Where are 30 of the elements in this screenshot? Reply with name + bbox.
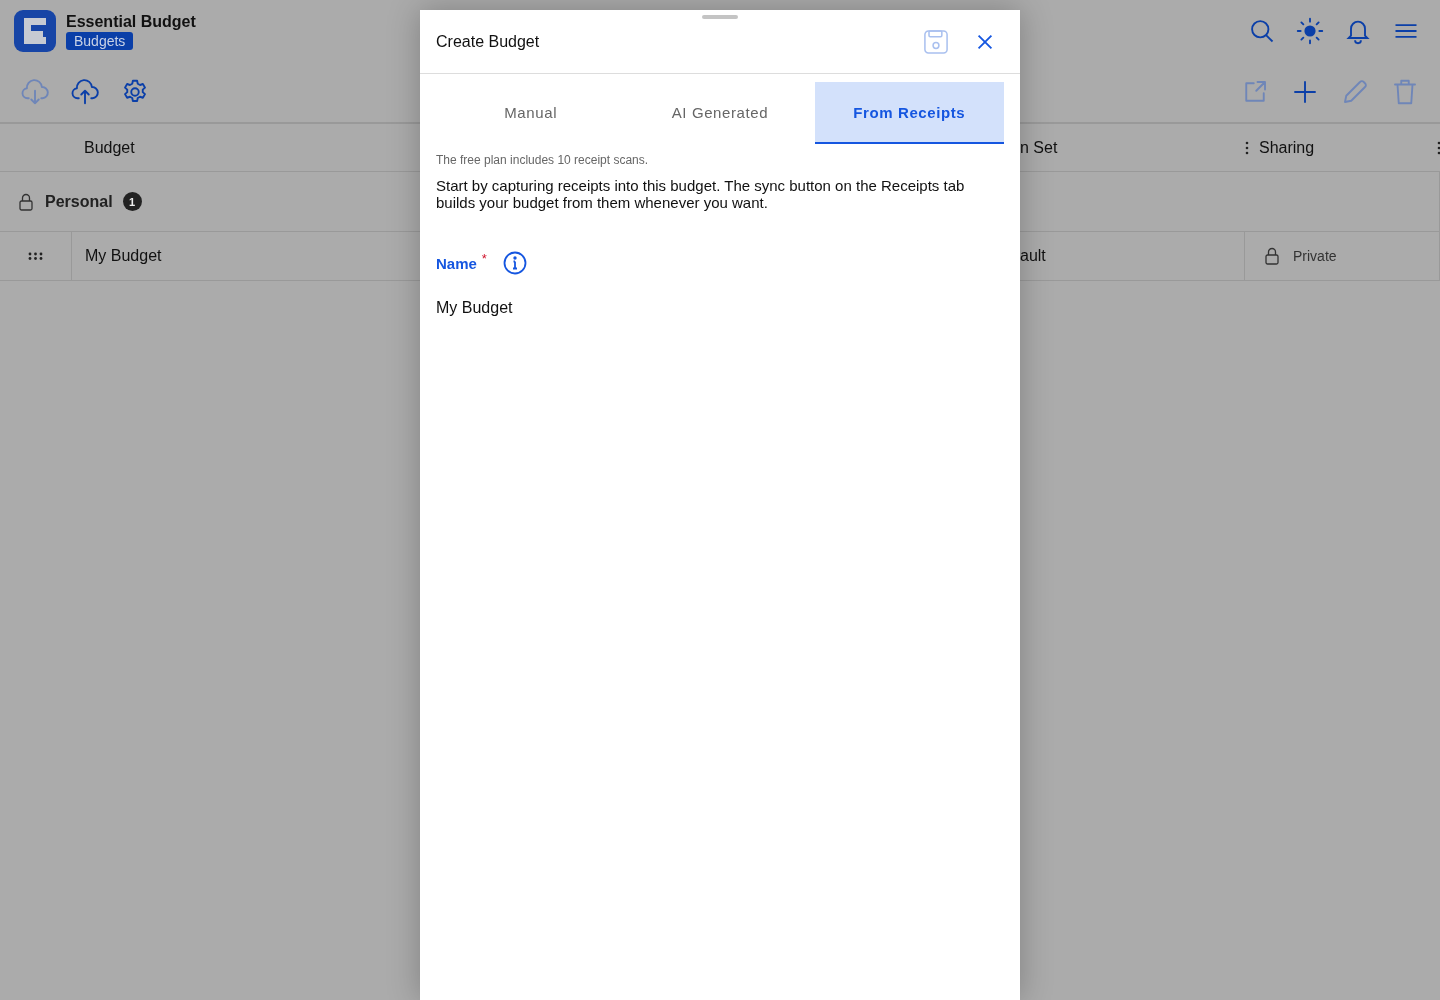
sun-icon[interactable] xyxy=(1296,17,1324,45)
tab[interactable]: From Receipts xyxy=(814,82,1004,144)
table-cell: Private xyxy=(1293,248,1337,264)
name-input[interactable]: My Budget xyxy=(436,299,736,317)
table-cell: My Budget xyxy=(85,247,162,265)
app-logo-icon xyxy=(14,10,56,52)
tab[interactable]: Manual xyxy=(436,82,626,144)
lock-icon xyxy=(1265,247,1279,265)
app-title: Essential Budget xyxy=(66,12,196,31)
tab[interactable]: AI Generated xyxy=(625,82,815,144)
column-header[interactable]: n Set xyxy=(1020,138,1058,156)
dialog-title: Create Budget xyxy=(436,32,540,51)
cloud-upload-button[interactable] xyxy=(70,77,100,107)
lock-icon xyxy=(19,192,33,211)
section-badge: Budgets xyxy=(66,31,134,50)
count-badge: 1 xyxy=(122,192,142,211)
description-text: Start by capturing receipts into this budget. The sync button on the Receipts tab builds your budget from them whenever you want. xyxy=(436,177,966,211)
info-icon[interactable] xyxy=(502,251,527,275)
column-menu-icon[interactable] xyxy=(1437,140,1440,155)
search-icon[interactable] xyxy=(1248,17,1276,45)
column-header[interactable]: Sharing xyxy=(1259,138,1315,157)
column-menu-icon[interactable] xyxy=(1245,140,1249,155)
table-cell: ault xyxy=(1020,247,1046,265)
field-label: Name xyxy=(436,254,477,272)
plan-note: The free plan includes 10 receipt scans. xyxy=(436,153,650,167)
required-asterisk: * xyxy=(481,251,487,266)
drag-handle-icon[interactable] xyxy=(28,252,43,260)
column-header[interactable]: Budget xyxy=(84,138,135,156)
group-name[interactable]: Personal xyxy=(45,192,113,211)
drag-handle[interactable] xyxy=(702,15,738,19)
